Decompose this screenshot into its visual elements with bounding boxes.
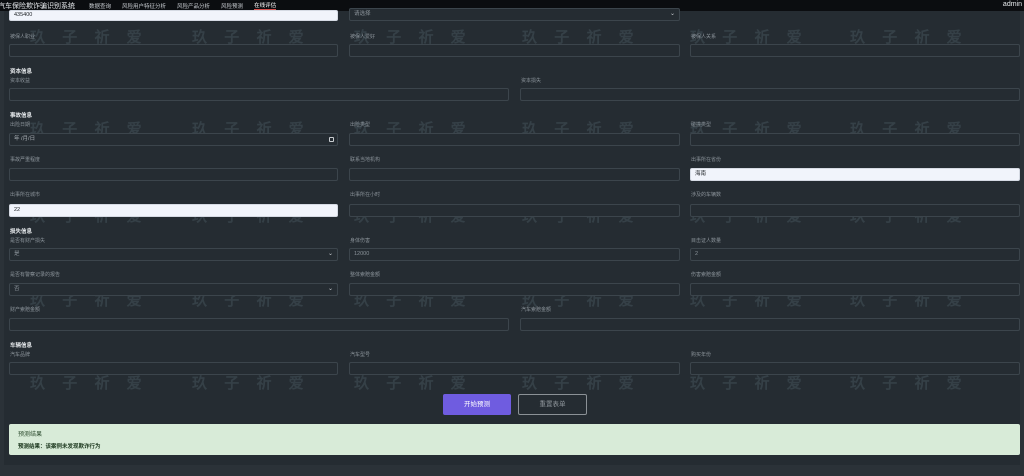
label-incident-type: 出险类型 — [350, 122, 371, 128]
label-incident-date: 出险日期 — [10, 122, 31, 128]
incident-date-input[interactable]: 年 /月/日 — [9, 133, 338, 146]
label-collision-type: 碰撞类型 — [691, 122, 712, 128]
capital-loss-input[interactable] — [520, 88, 1020, 101]
section-title-vehicle: 车辆信息 — [10, 343, 33, 349]
vehicles-involved-input[interactable] — [690, 204, 1020, 217]
nav-item-online-evaluation[interactable]: 在线评估 — [254, 1, 277, 10]
auto-model-input[interactable] — [349, 362, 680, 375]
watermark: 玖 子 祈 爱 — [192, 374, 310, 392]
chevron-down-icon: ⌄ — [669, 11, 675, 17]
label-total-claim: 整体索赔金额 — [350, 272, 381, 278]
capital-gain-input[interactable] — [9, 88, 509, 101]
property-claim-input[interactable] — [9, 318, 509, 331]
nav-item-risk-prediction[interactable]: 风险预测 — [221, 2, 243, 10]
label-injury-claim: 伤害索赔金额 — [691, 272, 722, 278]
bodily-injury-input[interactable]: 12000 — [349, 248, 680, 261]
watermark: 玖 子 祈 爱 — [690, 374, 808, 392]
label-auto-year: 购买年份 — [691, 352, 712, 358]
label-auto-make: 汽车品牌 — [10, 352, 31, 358]
label-vehicle-claim: 汽车索赔金额 — [521, 307, 552, 313]
watermark: 玖 子 祈 爱 — [30, 374, 148, 392]
watermark: 玖 子 祈 爱 — [354, 374, 472, 392]
result-title: 预测结果 — [18, 432, 43, 438]
section-title-capital: 资本信息 — [10, 69, 33, 75]
date-placeholder: 年 /月/日 — [14, 136, 36, 142]
police-report-value: 否 — [14, 286, 20, 292]
authorities-contacted-input[interactable] — [349, 168, 680, 181]
nav-item-data-query[interactable]: 数据查询 — [89, 2, 111, 10]
label-police-report: 是否有警察记录的报告 — [10, 272, 61, 278]
nav-item-product-analysis[interactable]: 风险产品分析 — [177, 2, 210, 10]
insured-hobby-input[interactable] — [349, 44, 680, 57]
incident-state-input[interactable]: 海南 — [690, 168, 1020, 181]
user-menu[interactable]: admin — [1003, 1, 1022, 8]
chevron-down-icon: ⌄ — [327, 286, 333, 292]
auto-year-input[interactable] — [690, 362, 1020, 375]
label-witnesses: 目击证人数量 — [691, 238, 722, 244]
label-insured-hobby: 被保人爱好 — [350, 34, 376, 40]
insured-occupation-input[interactable] — [9, 44, 338, 57]
label-capital-loss: 资本损失 — [521, 78, 542, 84]
property-damage-value: 是 — [14, 251, 20, 257]
section-title-accident: 事故信息 — [10, 113, 33, 119]
label-property-claim: 财产索赔金额 — [10, 307, 41, 313]
witnesses-input[interactable]: 2 — [690, 248, 1020, 261]
label-incident-city: 出事所在城市 — [10, 192, 41, 198]
select-top-value: 请选择 — [354, 11, 371, 17]
label-vehicles-involved: 涉及的车辆数 — [691, 192, 722, 198]
property-damage-select[interactable]: 是 ⌄ — [9, 248, 338, 261]
section-title-loss: 损失信息 — [10, 229, 33, 235]
label-incident-state: 出事所在省份 — [691, 157, 722, 163]
nav-item-user-features[interactable]: 风险用户特征分析 — [122, 2, 166, 10]
evaluation-form-card: 玖 子 祈 爱 玖 子 祈 爱 玖 子 祈 爱 玖 子 祈 爱 玖 子 祈 爱 … — [4, 11, 1020, 465]
chevron-down-icon: ⌄ — [327, 251, 333, 257]
insured-relationship-input[interactable] — [690, 44, 1020, 57]
label-auto-model: 汽车型号 — [350, 352, 371, 358]
app-brand[interactable]: 汽车保险欺诈骗识别系统 — [0, 1, 75, 11]
watermark: 玖 子 祈 爱 — [850, 374, 968, 392]
select-top[interactable]: 请选择 ⌄ — [349, 8, 680, 21]
reset-form-button[interactable]: 重置表单 — [518, 394, 587, 415]
label-authorities-contacted: 联系当地机构 — [350, 157, 381, 163]
numeric-input-top[interactable]: 435400 — [9, 10, 338, 21]
incident-city-input[interactable]: 22 — [9, 204, 338, 217]
label-incident-hour: 出事所在小时 — [350, 192, 381, 198]
label-property-damage: 是否有财产损失 — [10, 238, 46, 244]
watermark: 玖 子 祈 爱 — [522, 374, 640, 392]
calendar-icon[interactable] — [329, 137, 334, 142]
incident-type-input[interactable] — [349, 133, 680, 146]
incident-hour-input[interactable] — [349, 204, 680, 217]
auto-make-input[interactable] — [9, 362, 338, 375]
injury-claim-input[interactable] — [690, 283, 1020, 296]
start-prediction-button[interactable]: 开始预测 — [443, 394, 511, 415]
prediction-result-panel: 预测结果 预测结果：该案例未发现欺诈行为 — [9, 424, 1020, 455]
police-report-select[interactable]: 否 ⌄ — [9, 283, 338, 296]
total-claim-input[interactable] — [349, 283, 680, 296]
label-capital-gain: 资本收益 — [10, 78, 31, 84]
label-insured-relationship: 被保人关系 — [691, 34, 717, 40]
label-bodily-injury: 身体伤害 — [350, 238, 371, 244]
collision-type-input[interactable] — [690, 133, 1020, 146]
incident-severity-input[interactable] — [9, 168, 338, 181]
label-incident-severity: 事故严重程度 — [10, 157, 41, 163]
vehicle-claim-input[interactable] — [520, 318, 1020, 331]
label-insured-occupation: 被保人职业 — [10, 34, 36, 40]
result-text: 预测结果：该案例未发现欺诈行为 — [18, 444, 101, 450]
